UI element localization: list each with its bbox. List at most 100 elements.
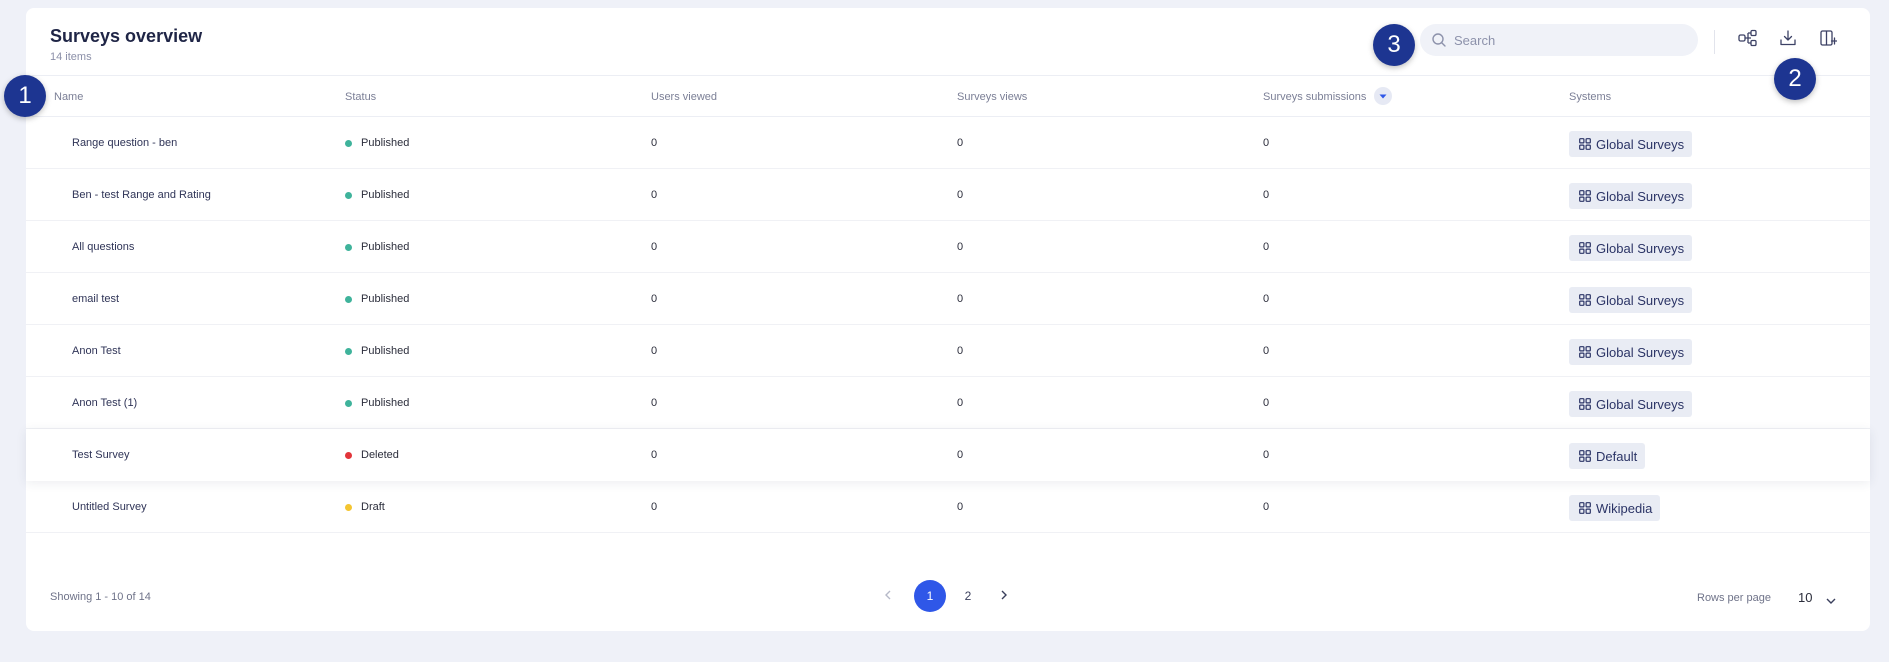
status-label: Deleted <box>361 449 399 461</box>
status-cell: Published <box>345 169 409 221</box>
chevron-right-icon <box>1000 587 1008 605</box>
system-tag[interactable]: Global Surveys <box>1569 183 1693 209</box>
survey-name[interactable]: Ben - test Range and Rating <box>72 169 211 221</box>
surveys-views-value: 0 <box>957 397 964 409</box>
grid-icon <box>1579 502 1596 514</box>
table-row[interactable]: Range question - ben Published 0 0 0 Global S… <box>26 117 1870 169</box>
survey-name[interactable]: email test <box>72 273 119 325</box>
search-box[interactable] <box>1420 24 1698 56</box>
grid-icon <box>1579 190 1596 202</box>
status-dot-icon <box>345 347 352 355</box>
page-button-1[interactable]: 1 <box>914 580 946 612</box>
page-button-2[interactable]: 2 <box>952 580 984 612</box>
column-header-name[interactable]: Name <box>54 76 83 118</box>
system-tag[interactable]: Global Surveys <box>1569 287 1693 313</box>
system-tag[interactable]: Default <box>1569 443 1646 469</box>
table-row[interactable]: All questions Published 0 0 0 Global Surveys <box>26 221 1870 273</box>
system-label: Global Surveys <box>1596 188 1685 204</box>
rows-per-page-select[interactable]: 10 <box>1798 590 1812 605</box>
survey-name[interactable]: Range question - ben <box>72 117 177 169</box>
sort-descending-icon <box>1379 94 1387 99</box>
status-dot-icon <box>345 503 352 511</box>
surveys-views-value: 0 <box>957 241 964 253</box>
survey-name[interactable]: All questions <box>72 221 134 273</box>
table-row[interactable]: Untitled Survey Draft 0 0 0 Wikipedia <box>26 481 1870 533</box>
survey-name[interactable]: Untitled Survey <box>72 481 147 533</box>
column-header-users-viewed[interactable]: Users viewed <box>651 76 717 118</box>
grid-icon <box>1579 242 1596 254</box>
column-header-surveys-views[interactable]: Surveys views <box>957 76 1027 118</box>
hierarchy-icon <box>1738 29 1758 52</box>
status-label: Published <box>361 345 410 357</box>
table-row[interactable]: Anon Test (1) Published 0 0 0 Global Surveys <box>26 377 1870 429</box>
system-tag[interactable]: Global Surveys <box>1569 391 1693 417</box>
submissions-value: 0 <box>1263 241 1270 253</box>
submissions-value: 0 <box>1263 501 1270 513</box>
submissions-value: 0 <box>1263 449 1270 461</box>
system-tag[interactable]: Global Surveys <box>1569 235 1693 261</box>
column-settings-button[interactable] <box>1814 26 1842 54</box>
status-dot-icon <box>345 399 352 407</box>
chevron-down-icon[interactable] <box>1826 592 1836 610</box>
page-title: Surveys overview <box>50 26 203 46</box>
system-tag[interactable]: Global Surveys <box>1569 339 1693 365</box>
surveys-views-value: 0 <box>957 293 964 305</box>
status-label: Published <box>361 189 410 201</box>
status-cell: Published <box>345 325 409 377</box>
users-viewed-value: 0 <box>651 293 658 305</box>
item-count: 14 items <box>50 51 92 63</box>
users-viewed-value: 0 <box>651 189 658 201</box>
users-viewed-value: 0 <box>651 449 658 461</box>
table-row[interactable]: Test Survey Deleted 0 0 0 Default <box>26 429 1870 481</box>
surveys-card: Surveys overview 14 items Name Status Us… <box>26 8 1870 631</box>
search-input[interactable] <box>1454 24 1690 56</box>
callout-badge-2: 2 <box>1774 58 1816 100</box>
status-cell: Published <box>345 117 409 169</box>
submissions-value: 0 <box>1263 397 1270 409</box>
column-header-systems[interactable]: Systems <box>1569 76 1611 118</box>
submissions-value: 0 <box>1263 293 1270 305</box>
download-icon <box>1779 29 1797 52</box>
status-cell: Deleted <box>345 429 399 481</box>
survey-name[interactable]: Anon Test (1) <box>72 377 137 429</box>
status-dot-icon <box>345 451 352 459</box>
hierarchy-button[interactable] <box>1734 26 1762 54</box>
status-label: Published <box>361 137 410 149</box>
status-label: Published <box>361 241 410 253</box>
column-header-surveys-submissions-wrap[interactable]: Surveys submissions <box>1263 76 1393 118</box>
status-label: Draft <box>361 501 385 513</box>
status-dot-icon <box>345 295 352 303</box>
callout-badge-1: 1 <box>4 75 46 117</box>
column-settings-icon <box>1819 29 1838 52</box>
grid-icon <box>1579 398 1596 410</box>
status-cell: Draft <box>345 481 385 533</box>
table-row[interactable]: Ben - test Range and Rating Published 0 0 0 G… <box>26 169 1870 221</box>
status-label: Published <box>361 293 410 305</box>
grid-icon <box>1579 294 1596 306</box>
system-tag[interactable]: Global Surveys <box>1569 131 1693 157</box>
survey-name[interactable]: Anon Test <box>72 325 121 377</box>
system-label: Global Surveys <box>1596 240 1685 256</box>
status-cell: Published <box>345 377 409 429</box>
surveys-views-value: 0 <box>957 501 964 513</box>
system-label: Global Surveys <box>1596 292 1685 308</box>
system-tag[interactable]: Wikipedia <box>1569 495 1661 521</box>
sort-button[interactable] <box>1374 87 1393 106</box>
table-header: Name Status Users viewed Surveys views S… <box>26 75 1870 117</box>
toolbar-divider <box>1714 30 1715 54</box>
status-cell: Published <box>345 273 409 325</box>
survey-name[interactable]: Test Survey <box>72 429 129 481</box>
next-page-button[interactable] <box>992 580 1016 612</box>
previous-page-button[interactable] <box>876 580 900 612</box>
status-dot-icon <box>345 243 352 251</box>
users-viewed-value: 0 <box>651 501 658 513</box>
table-row[interactable]: Anon Test Published 0 0 0 Global Surveys <box>26 325 1870 377</box>
column-header-surveys-submissions[interactable]: Surveys submissions <box>1263 91 1366 103</box>
submissions-value: 0 <box>1263 345 1270 357</box>
chevron-left-icon <box>884 587 892 605</box>
download-button[interactable] <box>1774 26 1802 54</box>
column-header-status[interactable]: Status <box>345 76 376 118</box>
submissions-value: 0 <box>1263 189 1270 201</box>
users-viewed-value: 0 <box>651 397 658 409</box>
table-row[interactable]: email test Published 0 0 0 Global Surveys <box>26 273 1870 325</box>
